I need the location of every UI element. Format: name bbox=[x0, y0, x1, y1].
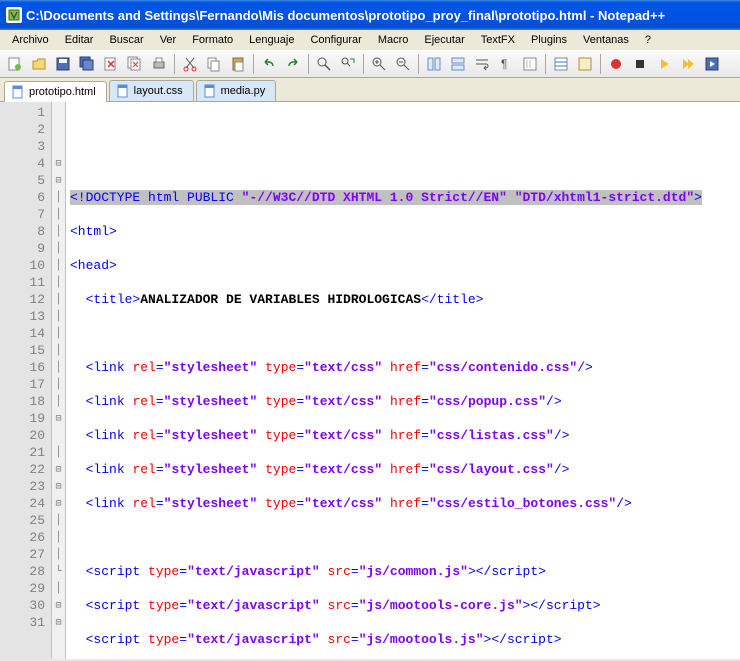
stop-macro-button[interactable] bbox=[629, 53, 651, 75]
tab-prototipo[interactable]: prototipo.html bbox=[4, 81, 107, 102]
toolbar-separator bbox=[363, 54, 364, 74]
menu-editar[interactable]: Editar bbox=[57, 32, 102, 48]
new-file-button[interactable] bbox=[4, 53, 26, 75]
toolbar-separator bbox=[174, 54, 175, 74]
toolbar: ¶ bbox=[0, 50, 740, 78]
menu-ejecutar[interactable]: Ejecutar bbox=[416, 32, 472, 48]
file-icon bbox=[11, 85, 25, 99]
menu-ventanas[interactable]: Ventanas bbox=[575, 32, 637, 48]
menu-configurar[interactable]: Configurar bbox=[302, 32, 369, 48]
doc-map-button[interactable] bbox=[574, 53, 596, 75]
close-all-button[interactable] bbox=[124, 53, 146, 75]
tab-layout[interactable]: layout.css bbox=[109, 80, 194, 101]
window-titlebar: C:\Documents and Settings\Fernando\Mis d… bbox=[0, 0, 740, 30]
open-file-button[interactable] bbox=[28, 53, 50, 75]
code-editor[interactable]: 1234567891011121314151617181920212223242… bbox=[0, 102, 740, 659]
zoom-in-button[interactable] bbox=[368, 53, 390, 75]
menu-ver[interactable]: Ver bbox=[152, 32, 185, 48]
menu-buscar[interactable]: Buscar bbox=[101, 32, 151, 48]
menu-plugins[interactable]: Plugins bbox=[523, 32, 575, 48]
menu-formato[interactable]: Formato bbox=[184, 32, 241, 48]
paste-button[interactable] bbox=[227, 53, 249, 75]
close-button[interactable] bbox=[100, 53, 122, 75]
fold-column[interactable]: ⊟⊟│││││││││││││⊟│⊟⊟⊟│││└│⊟⊟ bbox=[52, 102, 66, 659]
save-button[interactable] bbox=[52, 53, 74, 75]
show-all-chars-button[interactable]: ¶ bbox=[495, 53, 517, 75]
tab-bar: prototipo.html layout.css media.py bbox=[0, 78, 740, 102]
sync-v-button[interactable] bbox=[423, 53, 445, 75]
sync-h-button[interactable] bbox=[447, 53, 469, 75]
toolbar-separator bbox=[308, 54, 309, 74]
menu-macro[interactable]: Macro bbox=[370, 32, 417, 48]
menubar: Archivo Editar Buscar Ver Formato Lengua… bbox=[0, 30, 740, 50]
play-multi-button[interactable] bbox=[677, 53, 699, 75]
line-number-gutter: 1234567891011121314151617181920212223242… bbox=[0, 102, 52, 659]
redo-button[interactable] bbox=[282, 53, 304, 75]
menu-help[interactable]: ? bbox=[637, 32, 659, 48]
tab-label: media.py bbox=[221, 85, 266, 97]
file-icon bbox=[116, 84, 130, 98]
lang-button[interactable] bbox=[550, 53, 572, 75]
window-title: C:\Documents and Settings\Fernando\Mis d… bbox=[26, 8, 665, 23]
wrap-button[interactable] bbox=[471, 53, 493, 75]
toolbar-separator bbox=[545, 54, 546, 74]
replace-button[interactable] bbox=[337, 53, 359, 75]
tab-label: prototipo.html bbox=[29, 86, 96, 98]
menu-archivo[interactable]: Archivo bbox=[4, 32, 57, 48]
cut-button[interactable] bbox=[179, 53, 201, 75]
file-icon bbox=[203, 84, 217, 98]
tab-media[interactable]: media.py bbox=[196, 80, 277, 101]
find-button[interactable] bbox=[313, 53, 335, 75]
play-macro-button[interactable] bbox=[653, 53, 675, 75]
toolbar-separator bbox=[600, 54, 601, 74]
indent-guide-button[interactable] bbox=[519, 53, 541, 75]
zoom-out-button[interactable] bbox=[392, 53, 414, 75]
code-area[interactable]: <!DOCTYPE html PUBLIC "-//W3C//DTD XHTML… bbox=[66, 102, 740, 659]
copy-button[interactable] bbox=[203, 53, 225, 75]
tab-label: layout.css bbox=[134, 85, 183, 97]
menu-lenguaje[interactable]: Lenguaje bbox=[241, 32, 302, 48]
app-icon bbox=[6, 7, 22, 23]
toolbar-separator bbox=[418, 54, 419, 74]
print-button[interactable] bbox=[148, 53, 170, 75]
undo-button[interactable] bbox=[258, 53, 280, 75]
menu-textfx[interactable]: TextFX bbox=[473, 32, 523, 48]
toolbar-separator bbox=[253, 54, 254, 74]
save-all-button[interactable] bbox=[76, 53, 98, 75]
record-macro-button[interactable] bbox=[605, 53, 627, 75]
svg-text:¶: ¶ bbox=[501, 57, 507, 71]
save-macro-button[interactable] bbox=[701, 53, 723, 75]
